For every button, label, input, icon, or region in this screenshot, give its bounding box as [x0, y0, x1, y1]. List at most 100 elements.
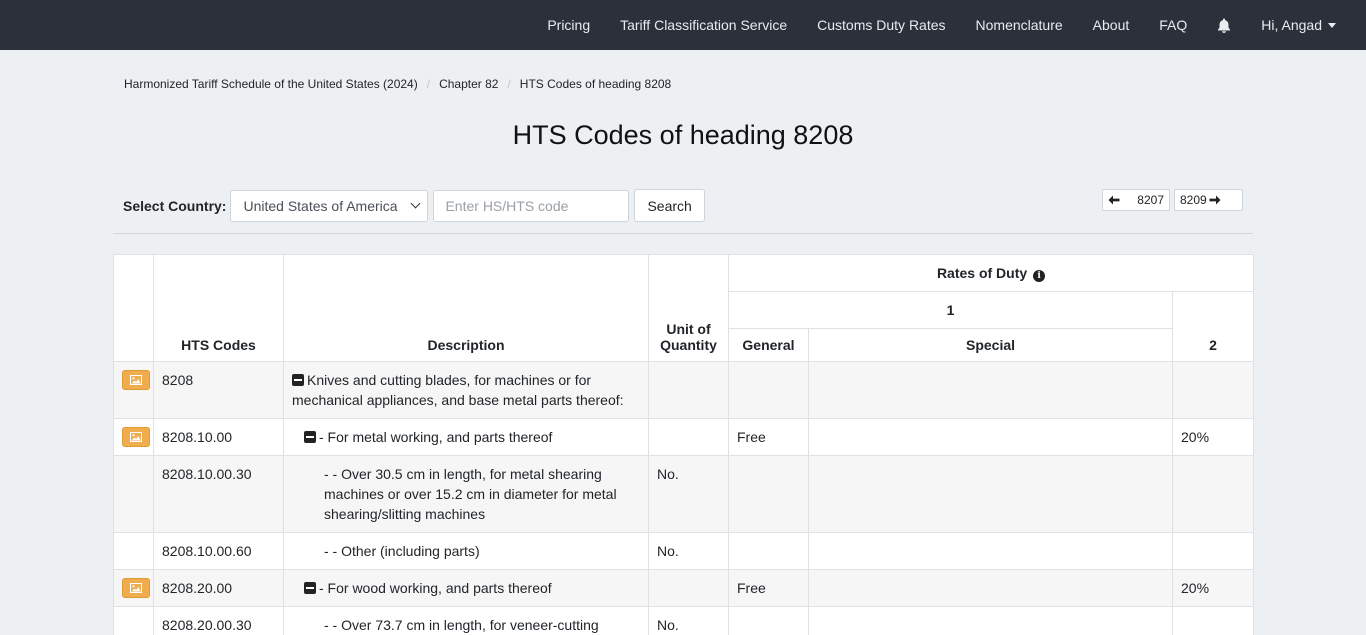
breadcrumb: Harmonized Tariff Schedule of the United… [124, 77, 671, 91]
row-hts-code[interactable]: 8208 [153, 361, 284, 419]
header-rates-of-duty: Rates of Duty i [727, 254, 1255, 292]
table-row: 8208 Knives and cutting blades, for machi… [113, 361, 1255, 419]
collapse-minus-icon[interactable] [304, 582, 316, 594]
row-description-text: - For metal working, and parts thereof [319, 429, 553, 445]
search-bar: Select Country: United States of America… [123, 189, 705, 222]
row-general-rate: Free [728, 569, 809, 607]
search-button[interactable]: Search [634, 189, 705, 222]
table-row: 8208.10.00.30 - - Over 30.5 cm in length,… [113, 455, 1255, 533]
breadcrumb-separator: / [426, 77, 431, 91]
table-row: 8208.10.00 - For metal working, and parts… [113, 418, 1255, 456]
breadcrumb-separator: / [507, 77, 511, 91]
table-row: 8208.20.00 - For wood working, and parts … [113, 569, 1255, 607]
row-unit: No. [648, 455, 729, 533]
arrow-left-icon [1108, 195, 1120, 205]
image-icon[interactable] [122, 370, 150, 390]
row-unit: No. [648, 532, 729, 570]
nav-items: Pricing Tariff Classification Service Cu… [532, 0, 1366, 50]
row-general-rate [728, 532, 809, 570]
header-hts-codes: HTS Codes [153, 254, 284, 362]
row-description: - - Over 73.7 cm in length, for veneer-c… [283, 606, 649, 635]
row-description: - For metal working, and parts thereof [283, 418, 649, 456]
country-select-value: United States of America [243, 197, 398, 214]
row-description-text: - - Over 73.7 cm in length, for veneer-c… [324, 617, 599, 633]
country-label: Select Country: [123, 197, 227, 214]
row-general-rate: Free [728, 418, 809, 456]
hts-codes-table: HTS Codes Description Unit of Quantity R… [113, 254, 1255, 635]
row-special-rate [808, 361, 1173, 419]
arrow-right-icon [1209, 195, 1221, 205]
previous-heading-button[interactable]: 8207 [1102, 189, 1170, 211]
nav-customs-duty-rates[interactable]: Customs Duty Rates [802, 17, 960, 33]
row-hts-code[interactable]: 8208.20.00.30 [153, 606, 284, 635]
nav-faq[interactable]: FAQ [1144, 17, 1202, 33]
nav-tariff-classification-service[interactable]: Tariff Classification Service [605, 17, 802, 33]
breadcrumb-chapter[interactable]: Chapter 82 [439, 77, 498, 91]
header-column-1: 1 [728, 291, 1173, 329]
row-special-rate [808, 532, 1173, 570]
divider [113, 233, 1253, 234]
row-description: Knives and cutting blades, for machines … [283, 361, 649, 419]
row-unit [648, 569, 729, 607]
bell-icon[interactable] [1202, 18, 1246, 33]
nav-pricing[interactable]: Pricing [532, 17, 605, 33]
row-special-rate [808, 418, 1173, 456]
row-special-rate [808, 606, 1173, 635]
row-hts-code[interactable]: 8208.20.00 [153, 569, 284, 607]
row-hts-code[interactable]: 8208.10.00.30 [153, 455, 284, 533]
image-icon[interactable] [122, 427, 150, 447]
row-column2-rate [1171, 361, 1255, 419]
row-column2-rate: 20% [1171, 418, 1255, 456]
row-description: - - Other (including parts) [283, 532, 649, 570]
table-row: 8208.10.00.60 - - Other (including parts)… [113, 532, 1255, 570]
row-image-cell [113, 455, 154, 533]
next-heading-label: 8209 [1180, 193, 1207, 207]
row-description-text: - For wood working, and parts thereof [319, 580, 552, 596]
row-general-rate [728, 361, 809, 419]
previous-heading-label: 8207 [1137, 193, 1164, 207]
collapse-minus-icon[interactable] [292, 374, 304, 386]
row-column2-rate [1171, 606, 1255, 635]
table-row: 8208.20.00.30 - - Over 73.7 cm in length,… [113, 606, 1255, 635]
row-description: - For wood working, and parts thereof [283, 569, 649, 607]
row-column2-rate [1171, 455, 1255, 533]
row-column2-rate: 20% [1171, 569, 1255, 607]
header-general: General [728, 328, 809, 362]
row-column2-rate [1171, 532, 1255, 570]
row-unit [648, 418, 729, 456]
row-general-rate [728, 455, 809, 533]
row-description-text: Knives and cutting blades, for machines … [292, 372, 624, 408]
row-description-text: - - Other (including parts) [324, 543, 480, 559]
page-title: HTS Codes of heading 8208 [512, 120, 854, 150]
row-hts-code[interactable]: 8208.10.00 [153, 418, 284, 456]
row-unit [648, 361, 729, 419]
table-body: 8208 Knives and cutting blades, for machi… [113, 361, 1255, 635]
header-special: Special [808, 328, 1173, 362]
row-image-cell [113, 569, 154, 607]
image-icon[interactable] [122, 578, 150, 598]
header-rates-label: Rates of Duty [936, 264, 1028, 281]
row-image-cell [113, 532, 154, 570]
user-menu-label: Hi, Angad [1261, 17, 1322, 33]
caret-down-icon [1328, 22, 1336, 28]
row-special-rate [808, 455, 1173, 533]
row-image-cell [113, 418, 154, 456]
row-hts-code[interactable]: 8208.10.00.60 [153, 532, 284, 570]
header-description: Description [283, 254, 649, 362]
row-special-rate [808, 569, 1173, 607]
user-menu[interactable]: Hi, Angad [1246, 17, 1366, 33]
row-unit: No. [648, 606, 729, 635]
country-select[interactable]: United States of America [230, 189, 429, 222]
next-heading-button[interactable]: 8209 [1174, 189, 1243, 211]
row-image-cell [113, 361, 154, 419]
hts-code-input[interactable] [433, 189, 630, 222]
nav-about[interactable]: About [1078, 17, 1145, 33]
header-unit-of-quantity: Unit of Quantity [648, 254, 729, 362]
info-circle-icon[interactable]: i [1033, 269, 1046, 282]
row-description-text: - - Over 30.5 cm in length, for metal sh… [324, 466, 617, 522]
top-navbar: Pricing Tariff Classification Service Cu… [0, 0, 1366, 50]
breadcrumb-current: HTS Codes of heading 8208 [519, 77, 672, 91]
nav-nomenclature[interactable]: Nomenclature [961, 17, 1078, 33]
breadcrumb-hts-schedule[interactable]: Harmonized Tariff Schedule of the United… [124, 77, 418, 91]
collapse-minus-icon[interactable] [304, 431, 316, 443]
